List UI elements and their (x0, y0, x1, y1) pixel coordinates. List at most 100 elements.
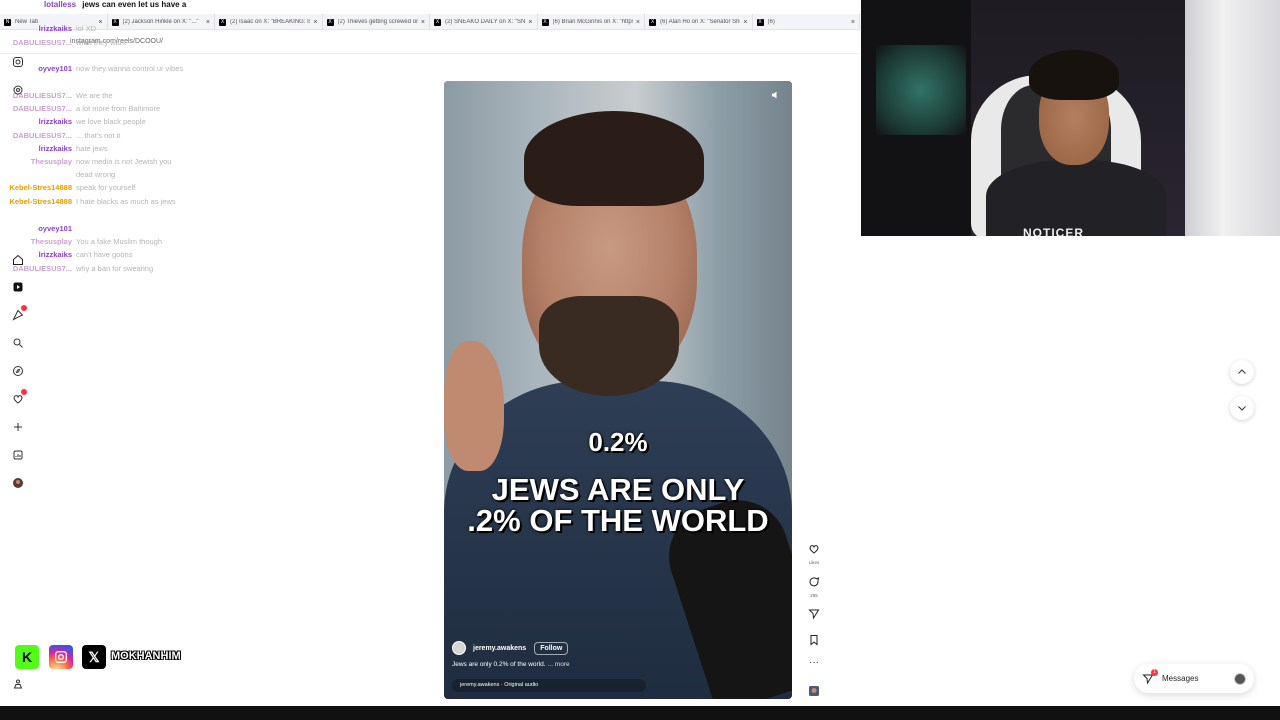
chat-line: DABULIESUS7... ... that's not it (0, 129, 186, 142)
chat-username: DABULIESUS7... (12, 104, 72, 113)
chat-username: lrizzkaiks (38, 117, 72, 126)
profile-avatar-icon[interactable] (11, 476, 24, 489)
messages-badge: 1 (1151, 668, 1158, 676)
tab-close-icon[interactable]: × (743, 19, 747, 26)
tab-title: (6) Brian McGinnis on X: "https... (552, 19, 633, 25)
comment-button[interactable]: 295 (806, 575, 822, 598)
audio-toggle-icon[interactable] (770, 89, 784, 103)
like-button[interactable]: Likes (806, 542, 822, 565)
video-caption-line-2: .2% OF THE WORLD (467, 503, 769, 538)
messages-label: Messages (1162, 674, 1199, 683)
search-icon[interactable] (11, 336, 24, 349)
webcam-hoodie (986, 160, 1166, 236)
browser-tab[interactable]: X (2) SNEAKO DAILY on X: "SNEA...× (430, 14, 538, 30)
reel-description-text: Jews are only 0.2% of the world. (452, 661, 546, 668)
webcam-curtain (1185, 0, 1280, 236)
share-button[interactable] (806, 607, 822, 625)
notifications-icon[interactable] (11, 305, 27, 321)
explore-icon[interactable] (11, 364, 24, 377)
tab-close-icon[interactable]: × (851, 19, 855, 26)
chat-message: You a fake Muslim though (76, 237, 163, 246)
chat-message (76, 222, 186, 235)
chat-line: Kebel-Stres14888 I hate blacks as much as… (0, 195, 186, 208)
reel-author: jeremy.awakens Follow (452, 641, 569, 655)
chat-message: now they wanna control ur vibes (76, 64, 184, 73)
previous-reel-button[interactable] (1230, 360, 1254, 384)
reel-video[interactable]: 0.2% JEWS ARE ONLY .2% OF THE WORLD jere… (444, 81, 792, 699)
more-options-icon[interactable]: ··· (806, 657, 822, 668)
chat-username: lrizzkaiks (38, 144, 72, 153)
chat-message: what they want (76, 38, 127, 47)
chat-line: DABULIESUS7... what they want (0, 36, 186, 49)
chat-message: a lot more from Baltimore (76, 104, 161, 113)
instagram-logo-icon[interactable] (11, 55, 24, 68)
chat-username: Kebel-Stres14888 (9, 197, 72, 206)
dashboard-icon[interactable] (11, 448, 24, 461)
tab-title: (6) (767, 19, 775, 25)
tab-title: (2) Thieves getting screwed on... (337, 19, 418, 25)
audio-thumbnail[interactable] (806, 684, 822, 702)
chat-line: oyvey101 (0, 222, 186, 235)
chat-message: ... that's not it (76, 131, 121, 140)
tab-close-icon[interactable]: × (636, 19, 640, 26)
heart-outline-icon (809, 545, 819, 554)
more-menu-icon[interactable] (11, 677, 24, 690)
kick-letter: K (21, 649, 33, 665)
chat-message: can't have goons (76, 250, 133, 259)
heart-icon[interactable] (11, 389, 27, 405)
reels-icon[interactable] (11, 280, 24, 293)
create-icon[interactable] (11, 420, 24, 433)
follow-button[interactable]: Follow (534, 641, 569, 655)
tab-title: (6) Alan Ho on X: "Senator Shed... (660, 19, 740, 25)
more-link[interactable]: ... more (548, 661, 570, 668)
browser-tab[interactable]: X (2) Thieves getting screwed on... × (323, 14, 430, 30)
chat-message: speak for yourself (76, 183, 136, 192)
browser-tab[interactable]: X (2) Isaac on X: "BREAKING: Isra...× (215, 14, 323, 30)
notification-dot (21, 305, 27, 311)
next-reel-button[interactable] (1230, 396, 1254, 420)
chat-line: lrizzkaiks lol XD (0, 22, 186, 35)
chat-line: lrizzkaiks we love black people (0, 115, 186, 128)
video-speaker-beard (539, 296, 679, 396)
tab-close-icon[interactable]: × (206, 19, 210, 26)
chat-username: lrizzkaiks (38, 24, 72, 33)
audio-attribution[interactable]: jeremy.awakens · Original audio (452, 679, 646, 692)
chat-username: Thesusplay (30, 237, 72, 246)
author-username[interactable]: jeremy.awakens (473, 645, 526, 652)
x-logo-icon: 𝕏 (82, 645, 106, 669)
kick-logo-icon: K (15, 645, 39, 669)
chat-line: Thesusplay You a fake Muslim though (0, 235, 186, 248)
tab-close-icon[interactable]: × (528, 19, 532, 26)
tab-title: (2) SNEAKO DAILY on X: "SNEA... (445, 19, 526, 25)
comment-icon (809, 577, 820, 587)
instagram-logo-overlay-icon (49, 645, 73, 669)
chevron-down-icon (1238, 406, 1246, 411)
reel-description: Jews are only 0.2% of the world.... more (452, 661, 570, 668)
messages-avatar (1234, 672, 1246, 685)
save-button[interactable] (806, 633, 822, 651)
author-avatar[interactable] (452, 641, 466, 655)
tab-favicon-icon: X (219, 18, 226, 26)
chevron-up-icon (1238, 369, 1246, 374)
tab-favicon-icon: X (649, 18, 656, 26)
chat-message: now media is not Jewish you dead wrong (76, 157, 172, 179)
tab-close-icon[interactable]: × (421, 19, 425, 26)
browser-tab[interactable]: X (6) Alan Ho on X: "Senator Shed...× (645, 14, 753, 30)
browser-tab[interactable]: X (6) × (753, 14, 860, 30)
threads-icon[interactable] (11, 83, 24, 96)
chat-top-message: lotalless jews can even let us have a (44, 0, 186, 9)
chat-message: lol XD (76, 24, 97, 33)
messages-button[interactable]: 1 Messages (1134, 664, 1254, 693)
chat-username: oyvey101 (38, 224, 72, 233)
tab-close-icon[interactable]: × (313, 19, 317, 26)
chat-line: DABULIESUS7... We are the (0, 89, 186, 102)
chat-line: Kebel-Stres14888 speak for yourself (0, 181, 186, 194)
webcam-shelf-light (876, 45, 966, 135)
chat-message: hate jews (76, 144, 108, 153)
home-icon[interactable] (11, 253, 24, 266)
browser-tab[interactable]: X (6) Brian McGinnis on X: "https... × (538, 14, 645, 30)
chat-line: lrizzkaiks hate jews (0, 142, 186, 155)
webcam-hoodie-text: NOTICER (1023, 226, 1084, 236)
tab-favicon-icon: X (541, 18, 549, 26)
chat-line: Thesusplay now media is not Jewish you de… (0, 155, 186, 181)
